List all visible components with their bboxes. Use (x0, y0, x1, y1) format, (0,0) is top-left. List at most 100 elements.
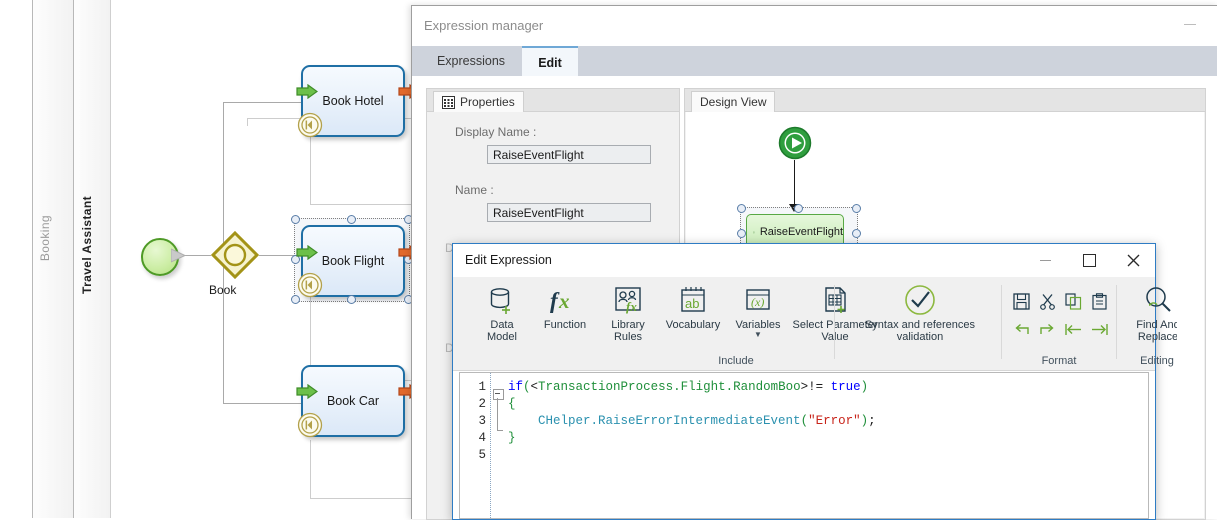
ribbon-data-model-button[interactable]: Data Model (473, 281, 531, 343)
ribbon-group-label-include: Include (681, 355, 791, 367)
loop-marker-icon (297, 272, 323, 298)
resize-handle-nw[interactable] (291, 215, 300, 224)
code-editor[interactable]: 1 2 3 4 5 if(<TransactionProcess.Flight.… (459, 372, 1149, 519)
ribbon-item-label: Function (544, 319, 586, 331)
gateway-book[interactable] (211, 231, 259, 279)
ribbon-library-rules-button[interactable]: fx Library Rules (599, 281, 657, 343)
design-view-tabstrip[interactable]: Design View (685, 89, 1205, 112)
save-icon[interactable] (1010, 291, 1032, 311)
line-number: 5 (478, 448, 486, 462)
edit-expression-title: Edit Expression (465, 253, 552, 267)
ribbon-group-include: Data Model f x Function (453, 277, 834, 370)
name-label: Name : (455, 183, 494, 197)
line-number: 4 (478, 431, 486, 445)
svg-text:fx: fx (626, 299, 637, 314)
task-label: Book Flight (322, 254, 385, 268)
properties-tabstrip[interactable]: Properties (427, 89, 679, 112)
minimize-button[interactable] (1023, 244, 1067, 276)
flow-hotel-down (310, 134, 311, 204)
maximize-button[interactable] (1067, 244, 1111, 276)
outdent-icon[interactable] (1062, 319, 1084, 339)
resize-handle-ne[interactable] (852, 204, 861, 213)
expression-manager-titlebar[interactable]: Expression manager (412, 6, 1217, 46)
indent-icon[interactable] (1088, 319, 1110, 339)
tab-expressions[interactable]: Expressions (420, 46, 522, 76)
resize-handle-s[interactable] (347, 295, 356, 304)
svg-text:ab: ab (685, 296, 699, 311)
edit-expression-titlebar[interactable]: Edit Expression (453, 244, 1155, 278)
code-line-4[interactable]: } (508, 431, 516, 445)
bpmn-diagram-canvas[interactable]: Booking Travel Assistant Book (0, 0, 420, 518)
variables-x-icon: (x) (742, 281, 774, 319)
svg-text:(x): (x) (751, 295, 764, 309)
code-line-1[interactable]: if(<TransactionProcess.Flight.RandomBoo>… (508, 380, 868, 394)
find-replace-icon (1142, 281, 1174, 319)
tab-design-view[interactable]: Design View (691, 91, 775, 112)
expression-manager-title: Expression manager (424, 18, 543, 33)
edit-expression-ribbon[interactable]: Data Model f x Function (453, 277, 1155, 371)
cut-icon[interactable] (1036, 291, 1058, 311)
tab-label: Design View (700, 95, 766, 109)
design-view-node-label: RaiseEventFlight (760, 226, 843, 238)
ribbon-syntax-validation-button[interactable]: Syntax and references validation (844, 281, 996, 343)
redo-icon[interactable] (1036, 319, 1058, 339)
flow-hotel-join (310, 204, 420, 205)
copy-icon[interactable] (1062, 291, 1084, 311)
code-fold-line (497, 398, 498, 431)
ribbon-group-label-format: Format (1002, 355, 1116, 367)
grid-icon (442, 96, 455, 109)
undo-icon[interactable] (1010, 319, 1032, 339)
ribbon-find-replace-button[interactable]: Find And Replace (1121, 281, 1177, 343)
message-in-arrow-icon (296, 384, 318, 399)
resize-handle-n[interactable] (794, 204, 803, 213)
start-play-icon[interactable] (778, 126, 812, 160)
name-field[interactable]: RaiseEventFlight (487, 203, 651, 222)
flow-car-down (310, 440, 311, 498)
task-label: Book Car (327, 394, 379, 408)
close-icon (1127, 254, 1140, 267)
chevron-down-icon[interactable]: ▼ (754, 331, 762, 339)
screen-icon (753, 226, 755, 239)
message-in-arrow-icon (296, 245, 318, 260)
line-number: 3 (478, 414, 486, 428)
minimize-icon[interactable] (1184, 24, 1196, 25)
maximize-icon (1083, 254, 1096, 267)
expression-manager-tabstrip[interactable]: Expressions Edit (412, 46, 1217, 76)
display-name-field[interactable]: RaiseEventFlight (487, 145, 651, 164)
paste-icon[interactable] (1088, 291, 1110, 311)
message-in-arrow-icon (296, 84, 318, 99)
resize-handle-e[interactable] (852, 229, 861, 238)
resize-handle-nw[interactable] (737, 204, 746, 213)
pool-label: Booking (38, 215, 52, 261)
loop-marker-icon (297, 412, 323, 438)
ribbon-vocabulary-button[interactable]: ab Vocabulary (657, 281, 729, 331)
ribbon-function-button[interactable]: f x Function (531, 281, 599, 331)
line-number-gutter: 1 2 3 4 5 (460, 373, 490, 518)
ribbon-item-label: Data Model (487, 319, 517, 343)
ribbon-item-label: Vocabulary (666, 319, 720, 331)
database-add-icon (486, 281, 518, 319)
svg-text:x: x (558, 289, 570, 313)
resize-handle-w[interactable] (737, 229, 746, 238)
minimize-icon (1040, 260, 1051, 261)
ribbon-variables-button[interactable]: (x) Variables ▼ (729, 281, 787, 339)
ribbon-item-label: Syntax and references validation (865, 319, 975, 343)
vocabulary-ab-icon: ab (677, 281, 709, 319)
flow-to-car (223, 403, 301, 404)
close-button[interactable] (1111, 244, 1155, 276)
code-fold-toggle[interactable] (493, 389, 504, 400)
ribbon-group-label-editing: Editing (1117, 355, 1177, 367)
tab-properties[interactable]: Properties (433, 91, 524, 112)
edit-expression-dialog[interactable]: Edit Expression (452, 243, 1156, 520)
task-label: Book Hotel (322, 94, 383, 108)
tab-edit[interactable]: Edit (522, 46, 578, 78)
code-line-2[interactable]: { (508, 397, 516, 411)
flow-car-join (310, 498, 420, 499)
resize-handle-n[interactable] (347, 215, 356, 224)
lane-label: Travel Assistant (80, 196, 94, 294)
library-rules-icon: fx (612, 281, 644, 319)
code-fold-foot (497, 430, 503, 431)
diagram-surface[interactable]: Book Book Hotel Book Flight (110, 0, 420, 518)
code-line-3[interactable]: CHelper.RaiseErrorIntermediateEvent("Err… (508, 414, 876, 428)
ribbon-item-label: Library Rules (611, 319, 645, 343)
